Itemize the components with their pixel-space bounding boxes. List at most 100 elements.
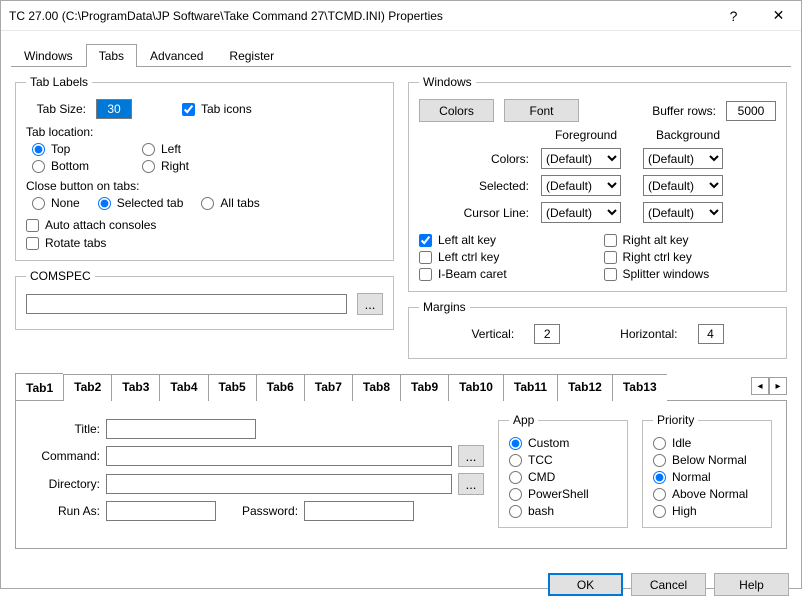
comspec-legend: COMSPEC [26,269,95,283]
inner-tabstrip: Tab1 Tab2 Tab3 Tab4 Tab5 Tab6 Tab7 Tab8 … [15,373,787,401]
tab-labels-group: Tab Labels Tab Size: Tab icons Tab locat… [15,75,394,261]
splitter-check[interactable] [604,268,617,281]
priority-normal-radio[interactable] [653,471,666,484]
priority-group: Priority Idle Below Normal Normal Above … [642,413,772,528]
tab-scroll-right-icon[interactable]: ▸ [769,377,787,395]
inner-tab-7[interactable]: Tab7 [304,374,352,401]
app-bash-radio[interactable] [509,505,522,518]
right-alt-check[interactable] [604,234,617,247]
app-legend: App [509,413,538,427]
directory-input[interactable] [106,474,452,494]
colors-button[interactable]: Colors [419,99,494,122]
colors-row-label: Colors: [449,152,529,166]
auto-attach-check[interactable] [26,219,39,232]
cursor-bg-select[interactable]: (Default) [643,202,723,223]
inner-tab-6[interactable]: Tab6 [256,374,304,401]
inner-tab-10[interactable]: Tab10 [448,374,503,401]
title-input[interactable] [106,419,256,439]
windows-legend: Windows [419,75,476,89]
left-ctrl-check[interactable] [419,251,432,264]
tab-windows[interactable]: Windows [11,44,86,67]
password-label: Password: [242,504,298,518]
window-title: TC 27.00 (C:\ProgramData\JP Software\Tak… [9,9,711,23]
inner-tab-13[interactable]: Tab13 [612,374,667,401]
app-cmd-radio[interactable] [509,471,522,484]
cancel-button[interactable]: Cancel [631,573,706,596]
tab-advanced[interactable]: Advanced [137,44,216,67]
close-none-radio[interactable] [32,197,45,210]
margins-legend: Margins [419,300,470,314]
loc-left-radio[interactable] [142,143,155,156]
inner-tab-2[interactable]: Tab2 [63,374,111,401]
priority-legend: Priority [653,413,698,427]
loc-right-radio[interactable] [142,160,155,173]
loc-bottom-radio[interactable] [32,160,45,173]
windows-group: Windows Colors Font Buffer rows: Foregro… [408,75,787,292]
app-custom-radio[interactable] [509,437,522,450]
buffer-rows-input[interactable] [726,101,776,121]
priority-idle-radio[interactable] [653,437,666,450]
vertical-label: Vertical: [471,327,514,341]
buffer-rows-label: Buffer rows: [652,104,716,118]
inner-tab-12[interactable]: Tab12 [557,374,612,401]
priority-high-radio[interactable] [653,505,666,518]
comspec-input[interactable] [26,294,347,314]
inner-tab-9[interactable]: Tab9 [400,374,448,401]
rotate-tabs-check[interactable] [26,237,39,250]
tab-labels-legend: Tab Labels [26,75,92,89]
cursor-fg-select[interactable]: (Default) [541,202,621,223]
tab-size-label: Tab Size: [26,102,86,116]
tab-size-input[interactable] [96,99,132,119]
command-input[interactable] [106,446,452,466]
inner-tab-11[interactable]: Tab11 [503,374,557,401]
close-all-radio[interactable] [201,197,214,210]
inner-tab-1[interactable]: Tab1 [15,373,63,400]
command-browse-button[interactable]: ... [458,445,484,467]
app-tcc-radio[interactable] [509,454,522,467]
inner-tab-4[interactable]: Tab4 [159,374,207,401]
ok-button[interactable]: OK [548,573,623,596]
colors-fg-select[interactable]: (Default) [541,148,621,169]
background-header: Background [643,128,733,142]
directory-label: Directory: [30,477,100,491]
runas-input[interactable] [106,501,216,521]
tab-register[interactable]: Register [216,44,287,67]
tab-scroll-left-icon[interactable]: ◂ [751,377,769,395]
priority-above-radio[interactable] [653,488,666,501]
inner-tab-8[interactable]: Tab8 [352,374,400,401]
loc-top-radio[interactable] [32,143,45,156]
font-button[interactable]: Font [504,99,579,122]
main-tabstrip: Windows Tabs Advanced Register [11,43,791,67]
close-icon[interactable]: ✕ [756,1,801,31]
horizontal-input[interactable] [698,324,724,344]
right-ctrl-check[interactable] [604,251,617,264]
selected-fg-select[interactable]: (Default) [541,175,621,196]
close-selected-radio[interactable] [98,197,111,210]
tab-tabs[interactable]: Tabs [86,44,137,67]
runas-label: Run As: [30,504,100,518]
inner-tab-5[interactable]: Tab5 [208,374,256,401]
margins-group: Margins Vertical: Horizontal: [408,300,787,359]
tab-location-label: Tab location: [26,125,383,139]
password-input[interactable] [304,501,414,521]
ibeam-check[interactable] [419,268,432,281]
priority-below-radio[interactable] [653,454,666,467]
selected-bg-select[interactable]: (Default) [643,175,723,196]
inner-tab-3[interactable]: Tab3 [111,374,159,401]
help-icon[interactable]: ? [711,1,756,31]
horizontal-label: Horizontal: [620,327,677,341]
command-label: Command: [30,449,100,463]
left-alt-check[interactable] [419,234,432,247]
app-powershell-radio[interactable] [509,488,522,501]
close-button-label: Close button on tabs: [26,179,383,193]
vertical-input[interactable] [534,324,560,344]
titlebar: TC 27.00 (C:\ProgramData\JP Software\Tak… [1,1,801,31]
title-label: Title: [30,422,100,436]
directory-browse-button[interactable]: ... [458,473,484,495]
comspec-browse-button[interactable]: ... [357,293,383,315]
help-button[interactable]: Help [714,573,789,596]
comspec-group: COMSPEC ... [15,269,394,330]
colors-bg-select[interactable]: (Default) [643,148,723,169]
tab-icons-check[interactable] [182,103,195,116]
foreground-header: Foreground [541,128,631,142]
